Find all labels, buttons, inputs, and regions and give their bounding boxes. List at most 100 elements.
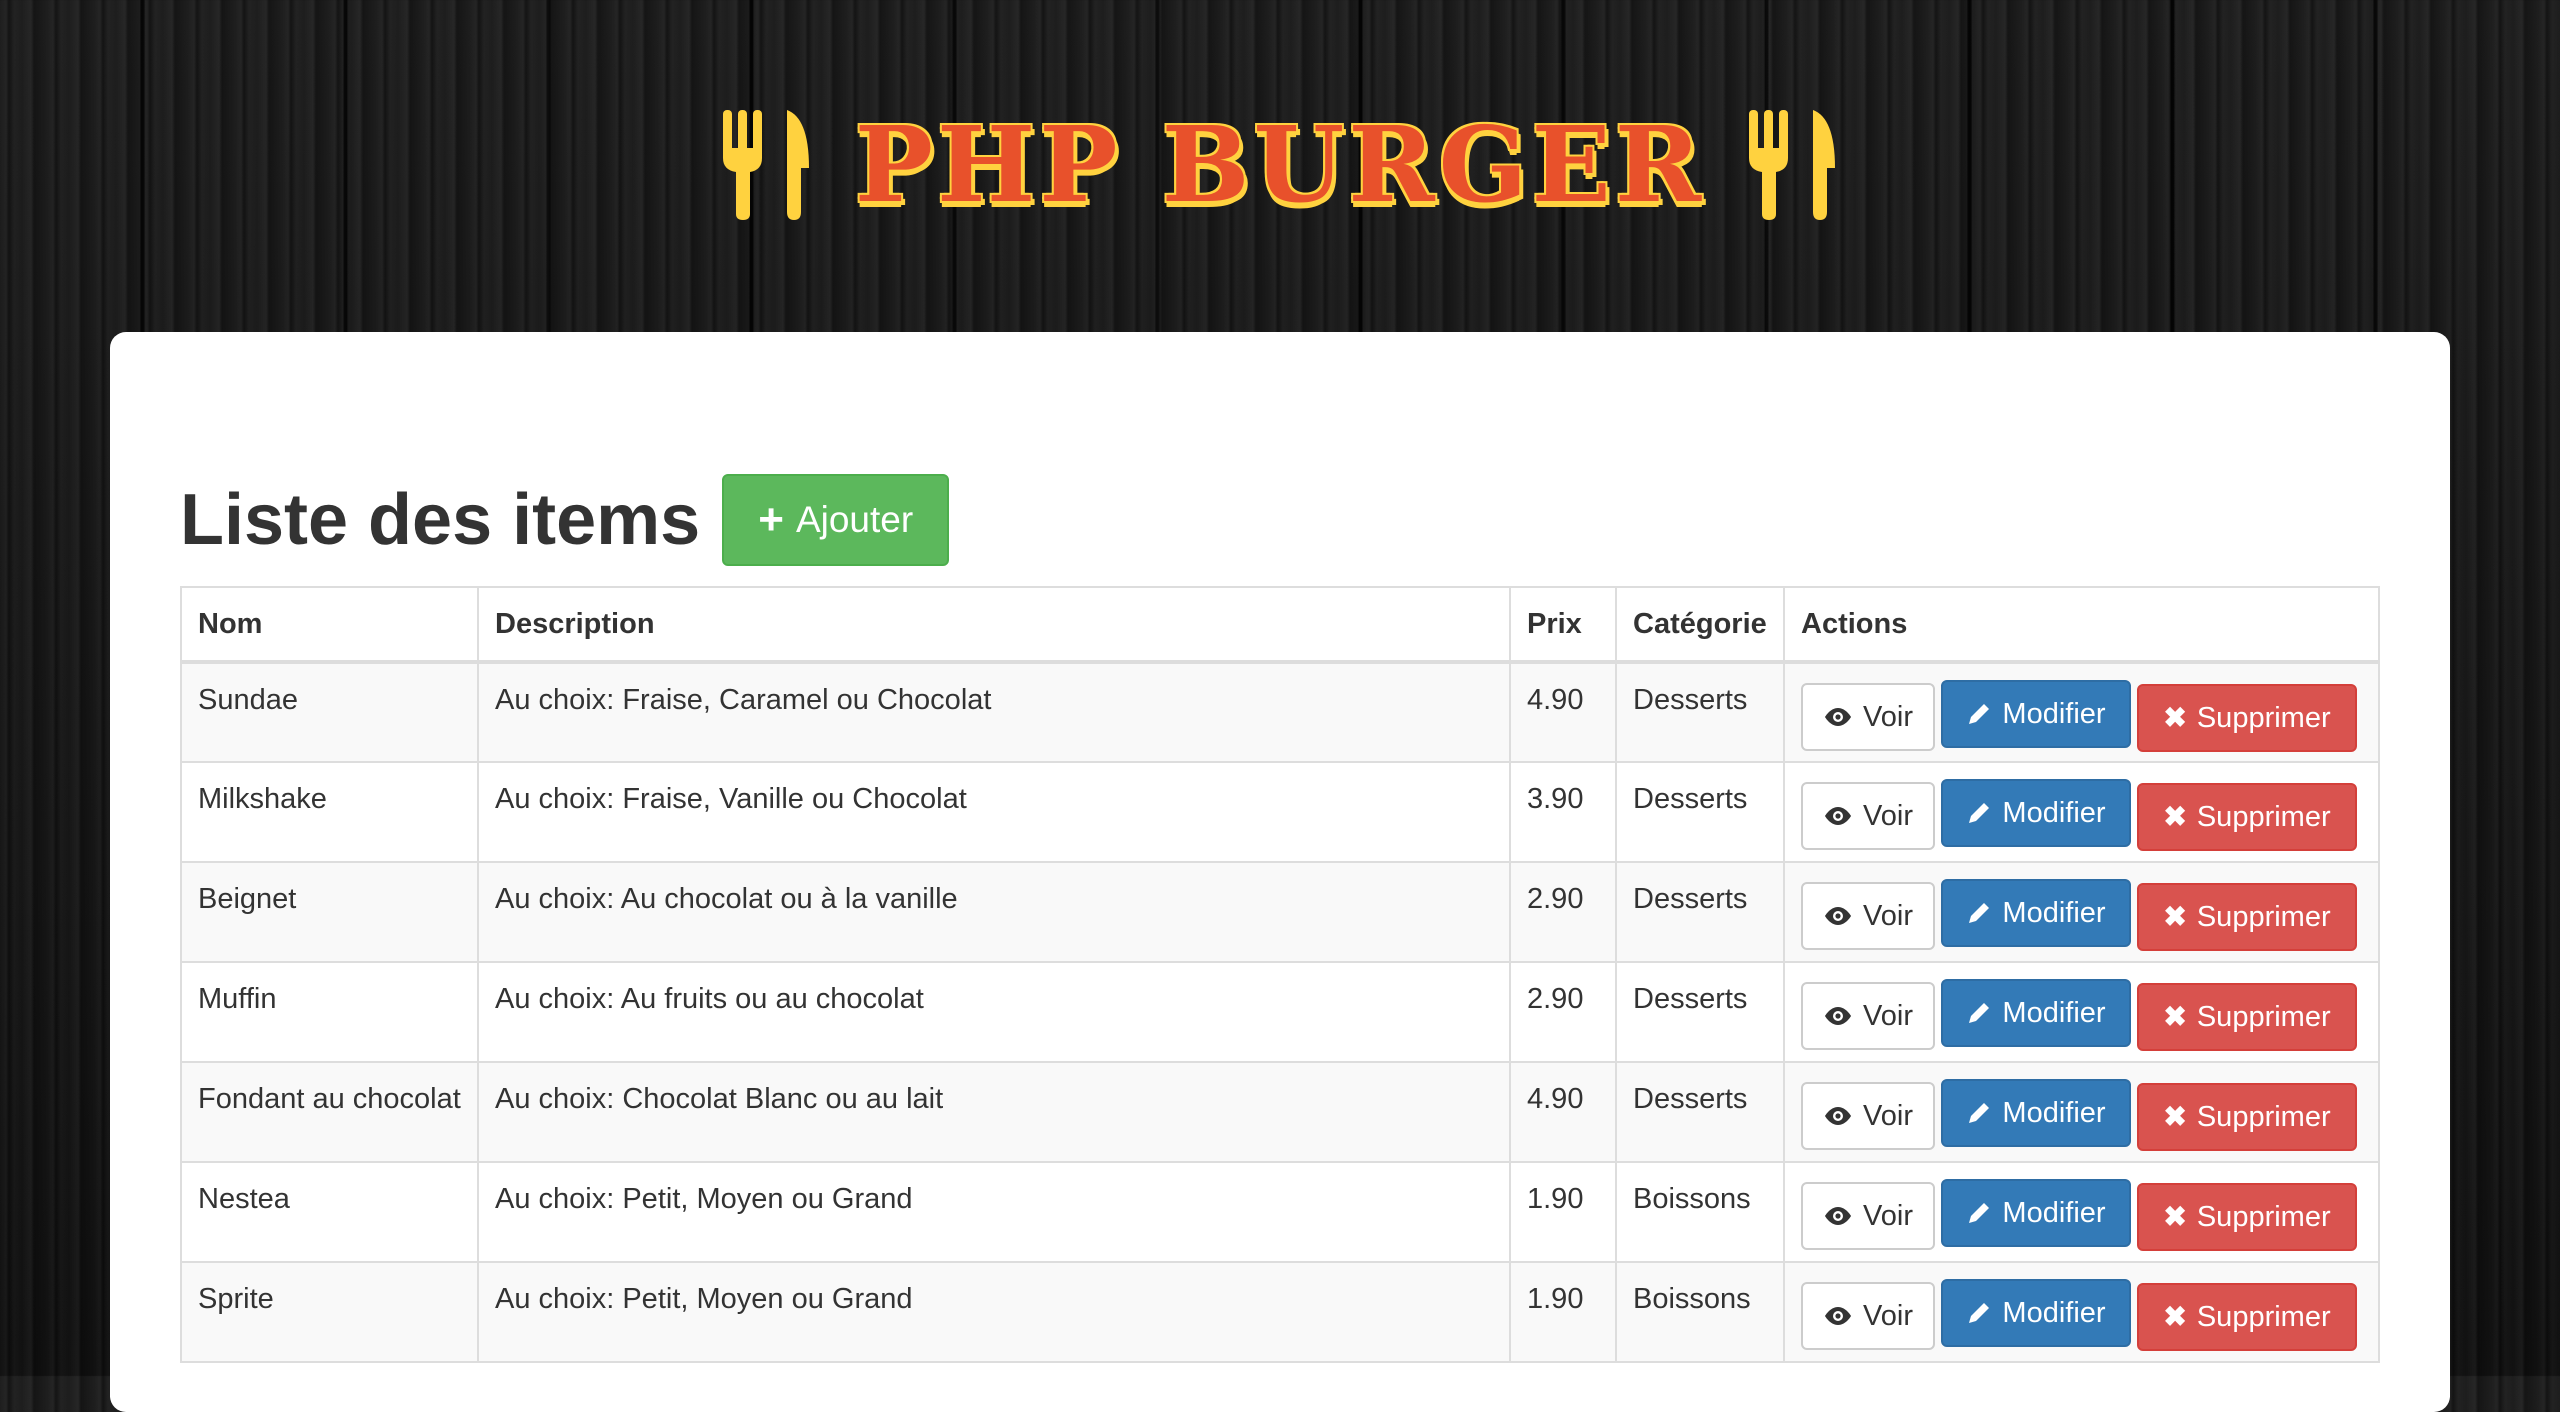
edit-button-label: Modifier [2002,1296,2106,1329]
cell-category: Desserts [1615,761,1785,863]
cell-price: 3.90 [1509,761,1617,863]
cell-price: 1.90 [1509,1261,1617,1363]
pencil-icon [1969,1003,1990,1023]
cell-description: Au choix: Petit, Moyen ou Grand [477,1161,1511,1263]
view-button-label: Voir [1863,799,1913,832]
view-button[interactable]: Voir [1801,882,1935,950]
eye-icon [1825,1207,1851,1225]
delete-button-label: Supprimer [2196,800,2331,833]
header-price: Prix [1509,586,1617,664]
table-row: Sprite Au choix: Petit, Moyen ou Grand 1… [180,1261,2380,1363]
delete-button[interactable]: ✖ Supprimer [2137,783,2357,851]
cell-name: Nestea [180,1161,479,1263]
table-header-row: Nom Description Prix Catégorie Actions [180,586,2380,664]
delete-button-label: Supprimer [2196,1300,2331,1333]
close-icon: ✖ [2163,901,2187,932]
view-button-label: Voir [1863,1299,1913,1332]
edit-button-label: Modifier [2002,796,2106,829]
view-button[interactable]: Voir [1801,1082,1935,1150]
close-icon: ✖ [2163,702,2187,733]
brand-logo[interactable]: PHP BURGER [855,113,1705,217]
view-button[interactable]: Voir [1801,1282,1935,1350]
cell-name: Beignet [180,861,479,963]
pencil-icon [1969,803,1990,823]
cell-name: Muffin [180,961,479,1063]
cell-description: Au choix: Fraise, Caramel ou Chocolat [477,661,1511,763]
delete-button[interactable]: ✖ Supprimer [2137,1283,2357,1351]
close-icon: ✖ [2163,801,2187,832]
eye-icon [1825,1107,1851,1125]
header-category: Catégorie [1615,586,1785,664]
table-row: Beignet Au choix: Au chocolat ou à la va… [180,861,2380,963]
cell-category: Desserts [1615,661,1785,763]
cell-category: Desserts [1615,961,1785,1063]
delete-button-label: Supprimer [2196,1200,2331,1233]
table-row: Fondant au chocolat Au choix: Chocolat B… [180,1061,2380,1163]
edit-button[interactable]: Modifier [1941,680,2131,748]
cell-name: Fondant au chocolat [180,1061,479,1163]
delete-button[interactable]: ✖ Supprimer [2137,983,2357,1051]
pencil-icon [1969,1303,1990,1323]
cell-name: Sprite [180,1261,479,1363]
cell-actions: Voir Modifier ✖ Supprimer [1783,861,2380,963]
view-button[interactable]: Voir [1801,683,1935,751]
cell-actions: Voir Modifier ✖ Supprimer [1783,761,2380,863]
header-description: Description [477,586,1511,664]
view-button-label: Voir [1863,700,1913,733]
cell-name: Sundae [180,661,479,763]
delete-button[interactable]: ✖ Supprimer [2137,1083,2357,1151]
eye-icon [1825,1007,1851,1025]
site-header: PHP BURGER [0,0,2560,330]
page-title: Liste des items [180,480,701,560]
items-table: Nom Description Prix Catégorie Actions S… [180,586,2380,1363]
cell-actions: Voir Modifier ✖ Supprimer [1783,1261,2380,1363]
table-body: Sundae Au choix: Fraise, Caramel ou Choc… [180,661,2380,1363]
view-button-label: Voir [1863,999,1913,1032]
view-button[interactable]: Voir [1801,982,1935,1050]
fork-knife-icon [1749,110,1836,220]
delete-button-label: Supprimer [2196,701,2331,734]
cell-description: Au choix: Au chocolat ou à la vanille [477,861,1511,963]
cell-price: 4.90 [1509,1061,1617,1163]
delete-button[interactable]: ✖ Supprimer [2137,1183,2357,1251]
plus-icon: + [758,495,784,544]
title-row: Liste des items + Ajouter [180,472,950,568]
delete-button[interactable]: ✖ Supprimer [2137,883,2357,951]
cell-name: Milkshake [180,761,479,863]
view-button-label: Voir [1863,1099,1913,1132]
cell-category: Desserts [1615,1061,1785,1163]
edit-button[interactable]: Modifier [1941,979,2131,1047]
cell-actions: Voir Modifier ✖ Supprimer [1783,661,2380,763]
cell-price: 2.90 [1509,961,1617,1063]
close-icon: ✖ [2163,1201,2187,1232]
add-item-button[interactable]: + Ajouter [722,474,950,566]
cell-actions: Voir Modifier ✖ Supprimer [1783,1161,2380,1263]
edit-button[interactable]: Modifier [1941,1279,2131,1347]
delete-button[interactable]: ✖ Supprimer [2137,684,2357,752]
pencil-icon [1969,704,1990,724]
edit-button[interactable]: Modifier [1941,1179,2131,1247]
table-row: Nestea Au choix: Petit, Moyen ou Grand 1… [180,1161,2380,1263]
delete-button-label: Supprimer [2196,1000,2331,1033]
close-icon: ✖ [2163,1301,2187,1332]
cell-price: 4.90 [1509,661,1617,763]
eye-icon [1825,907,1851,925]
cell-category: Desserts [1615,861,1785,963]
eye-icon [1825,807,1851,825]
edit-button[interactable]: Modifier [1941,1079,2131,1147]
table-row: Muffin Au choix: Au fruits ou au chocola… [180,961,2380,1063]
edit-button[interactable]: Modifier [1941,879,2131,947]
view-button[interactable]: Voir [1801,782,1935,850]
view-button[interactable]: Voir [1801,1182,1935,1250]
eye-icon [1825,708,1851,726]
view-button-label: Voir [1863,1199,1913,1232]
table-row: Milkshake Au choix: Fraise, Vanille ou C… [180,761,2380,863]
edit-button-label: Modifier [2002,697,2106,730]
pencil-icon [1969,903,1990,923]
pencil-icon [1969,1203,1990,1223]
fork-knife-icon [722,110,809,220]
table-row: Sundae Au choix: Fraise, Caramel ou Choc… [180,661,2380,763]
cell-description: Au choix: Fraise, Vanille ou Chocolat [477,761,1511,863]
edit-button[interactable]: Modifier [1941,779,2131,847]
header-actions: Actions [1783,586,2380,664]
